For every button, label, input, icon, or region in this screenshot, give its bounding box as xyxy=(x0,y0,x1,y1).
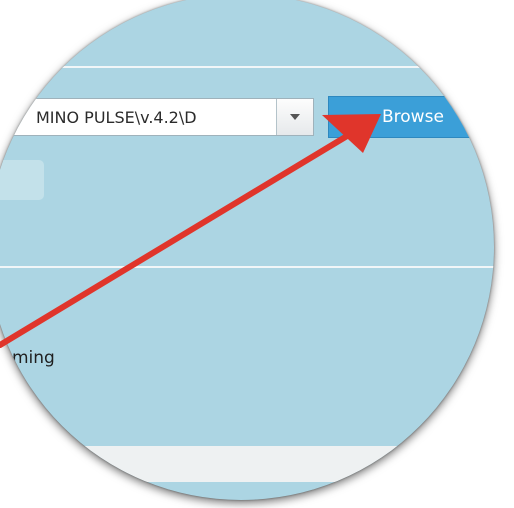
magnifier-circle: MINO PULSE\v.4.2\D Browse ming xyxy=(0,0,494,500)
dialog-panel: MINO PULSE\v.4.2\D Browse ming xyxy=(0,0,494,500)
browse-button[interactable]: Browse xyxy=(328,96,494,138)
dropdown-button[interactable] xyxy=(276,99,313,135)
path-combobox[interactable]: MINO PULSE\v.4.2\D xyxy=(0,98,314,136)
zoom-magnifier-view: MINO PULSE\v.4.2\D Browse ming xyxy=(0,0,514,508)
secondary-button[interactable] xyxy=(0,160,44,200)
section-divider xyxy=(0,266,494,268)
footer-bar xyxy=(0,446,494,482)
option-label: ming xyxy=(12,348,55,368)
separator-line xyxy=(0,66,494,68)
chevron-down-icon xyxy=(290,114,300,120)
browse-button-label: Browse xyxy=(382,107,444,127)
path-combobox-value: MINO PULSE\v.4.2\D xyxy=(36,107,197,127)
